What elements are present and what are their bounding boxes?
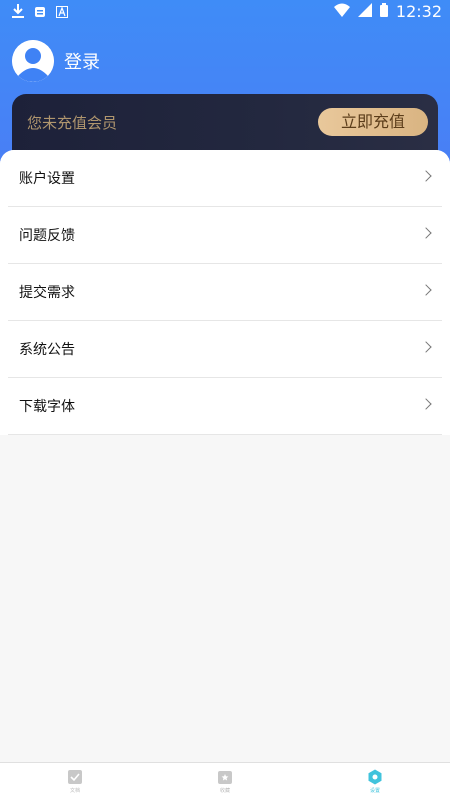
document-icon xyxy=(68,770,82,784)
settings-menu: 账户设置 问题反馈 提交需求 系统公告 下载字体 xyxy=(0,150,450,435)
nav-label: 设置 xyxy=(369,788,380,794)
menu-item-label: 问题反馈 xyxy=(19,228,75,244)
favorite-icon xyxy=(218,771,232,784)
menu-item-label: 系统公告 xyxy=(19,342,75,358)
avatar[interactable] xyxy=(12,40,54,82)
chevron-right-icon xyxy=(420,170,432,182)
menu-item-announcements[interactable]: 系统公告 xyxy=(8,321,442,378)
recharge-button[interactable]: 立即充值 xyxy=(318,108,428,136)
chevron-right-icon xyxy=(420,284,432,296)
nav-label: 收藏 xyxy=(219,788,230,794)
menu-item-label: 账户设置 xyxy=(19,171,75,187)
menu-item-label: 提交需求 xyxy=(19,285,75,301)
menu-item-label: 下载字体 xyxy=(19,399,75,415)
profile-section[interactable]: 登录 xyxy=(12,40,100,82)
user-avatar-icon xyxy=(12,40,54,82)
menu-item-download-fonts[interactable]: 下载字体 xyxy=(8,378,442,435)
download-icon xyxy=(12,4,24,18)
status-time: 12:32 xyxy=(395,2,442,21)
font-icon xyxy=(56,4,68,18)
wifi-icon xyxy=(333,3,350,21)
menu-panel: 账户设置 问题反馈 提交需求 系统公告 下载字体 xyxy=(0,150,450,762)
nav-item-favorites[interactable]: 收藏 xyxy=(195,769,255,794)
chevron-right-icon xyxy=(420,341,432,353)
status-bar: 12:32 xyxy=(0,0,450,24)
chevron-right-icon xyxy=(420,227,432,239)
chevron-right-icon xyxy=(420,398,432,410)
nav-item-documents[interactable]: 文档 xyxy=(45,769,105,794)
menu-item-feedback[interactable]: 问题反馈 xyxy=(8,207,442,264)
battery-icon xyxy=(379,2,388,21)
nav-item-settings[interactable]: 设置 xyxy=(345,769,405,794)
sim-icon xyxy=(34,4,46,17)
settings-icon xyxy=(368,769,382,785)
vip-status-text: 您未充值会员 xyxy=(27,114,118,132)
menu-item-submit-request[interactable]: 提交需求 xyxy=(8,264,442,321)
menu-item-account-settings[interactable]: 账户设置 xyxy=(8,150,442,207)
login-label[interactable]: 登录 xyxy=(64,48,100,74)
signal-icon xyxy=(357,2,372,21)
bottom-nav: 文档 收藏 设置 xyxy=(0,762,450,800)
nav-label: 文档 xyxy=(69,788,80,794)
